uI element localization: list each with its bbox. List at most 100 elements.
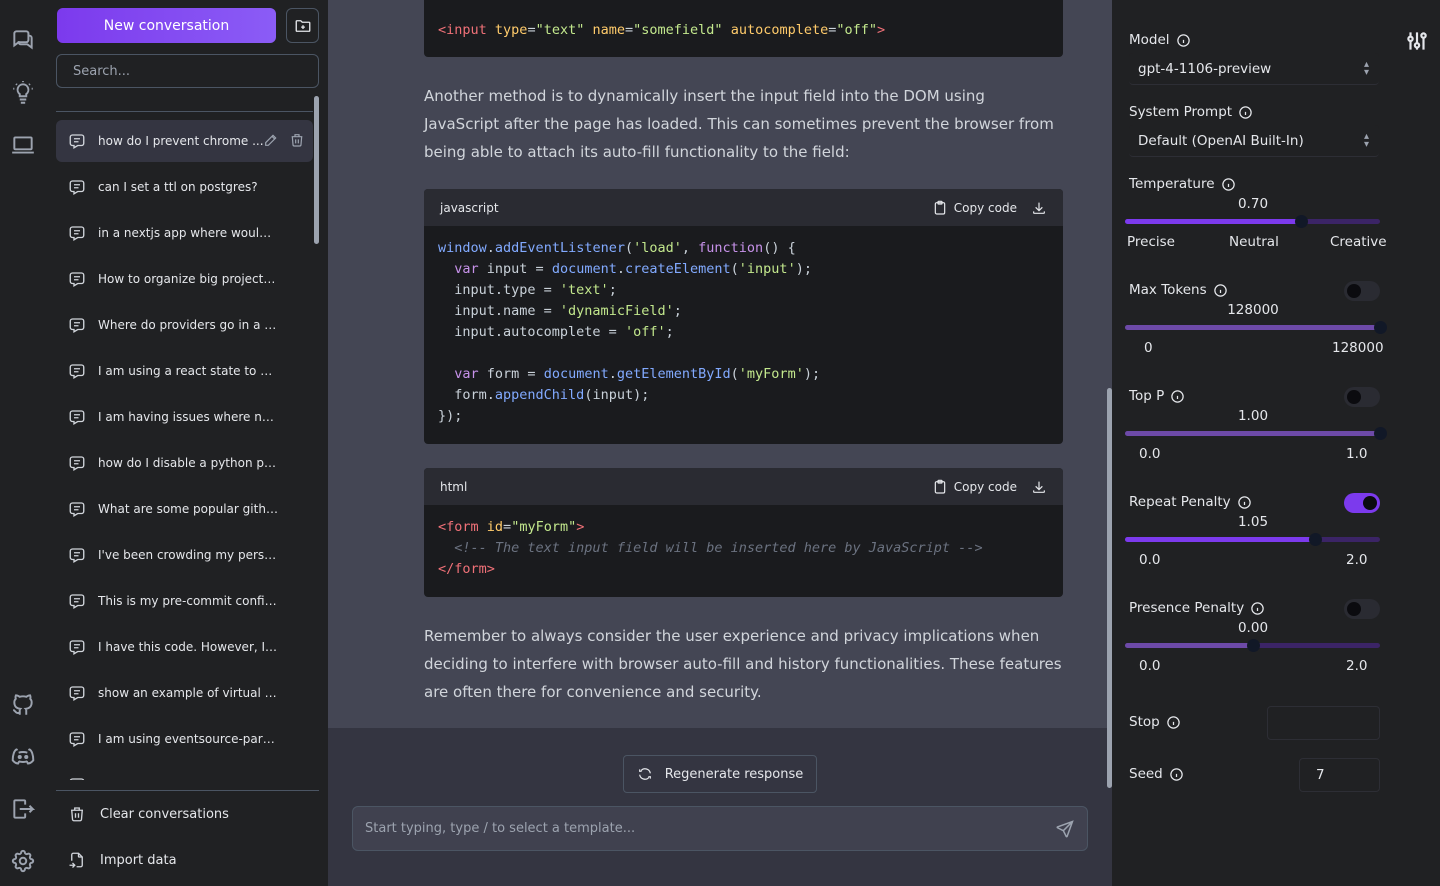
temperature-max-label: Creative — [1330, 234, 1387, 250]
max-tokens-max-label: 128000 — [1332, 340, 1384, 356]
code-block-top: <input type="text" name="somefield" auto… — [424, 0, 1063, 57]
system-prompt-select-value: Default (OpenAI Built-In) — [1138, 132, 1304, 149]
conversation-item[interactable]: in a nextjs app where would I ... — [56, 212, 313, 254]
code-block-html: html Copy code <form id="myForm"> <!-- T… — [424, 468, 1063, 597]
repeat-penalty-toggle[interactable] — [1344, 493, 1380, 513]
info-icon[interactable] — [1169, 767, 1184, 782]
top-p-slider[interactable] — [1125, 427, 1387, 440]
max-tokens-slider[interactable] — [1125, 321, 1387, 334]
conversation-item[interactable]: This is my pre-commit config f... — [56, 580, 313, 622]
regenerate-label: Regenerate response — [664, 766, 804, 782]
slider-thumb[interactable] — [1308, 533, 1322, 546]
temperature-slider[interactable] — [1125, 215, 1380, 228]
conversation-title: This is my pre-commit config f... — [98, 594, 278, 608]
sidebar-divider — [56, 111, 313, 112]
conversation-item[interactable]: What are some popular github a... — [56, 488, 313, 530]
copy-code-button[interactable]: Copy code — [932, 200, 1017, 216]
conversation-item[interactable]: I am using a react state to ho... — [56, 350, 313, 392]
presence-penalty-toggle[interactable] — [1344, 599, 1380, 619]
model-select-value: gpt-4-1106-preview — [1138, 60, 1272, 77]
message-icon — [69, 594, 85, 609]
max-tokens-label: Max Tokens — [1129, 282, 1228, 298]
code-language-label: javascript — [440, 200, 499, 215]
repeat-penalty-label: Repeat Penalty — [1129, 494, 1252, 510]
stop-input[interactable] — [1267, 706, 1380, 740]
assistant-message: <input type="text" name="somefield" auto… — [328, 0, 1112, 728]
settings-icon[interactable] — [0, 841, 46, 881]
conversation-title: What are some popular github a... — [98, 502, 278, 516]
conversation-item[interactable]: I've been crowding my personal... — [56, 534, 313, 576]
slider-thumb[interactable] — [1374, 321, 1387, 334]
max-tokens-toggle[interactable] — [1344, 281, 1380, 301]
right-icon-rail — [1394, 0, 1440, 886]
message-icon — [69, 180, 85, 195]
sidebar-footer: Clear conversations Import data — [56, 790, 319, 883]
top-p-label-text: Top P — [1129, 388, 1165, 404]
conversation-item[interactable]: how do I prevent chrome ... — [56, 120, 313, 162]
conversation-title: show an example of virtual bas... — [98, 686, 278, 700]
info-icon[interactable] — [1166, 715, 1181, 730]
laptop-icon[interactable] — [0, 125, 46, 165]
pencil-icon[interactable] — [263, 132, 279, 148]
chats-icon[interactable] — [0, 20, 46, 60]
model-label: Model — [1129, 32, 1191, 48]
repeat-penalty-slider[interactable] — [1125, 533, 1380, 546]
conversation-item[interactable]: I am using eventsource-parser ... — [56, 718, 313, 760]
top-p-toggle[interactable] — [1344, 387, 1380, 407]
slider-thumb[interactable] — [1246, 639, 1260, 652]
temperature-label: Temperature — [1129, 176, 1236, 192]
download-icon[interactable] — [1031, 200, 1047, 216]
lightbulb-icon[interactable] — [0, 73, 46, 113]
info-icon[interactable] — [1221, 177, 1236, 192]
slider-thumb[interactable] — [1294, 215, 1308, 228]
slider-thumb[interactable] — [1374, 427, 1387, 440]
trash-icon[interactable] — [289, 132, 305, 148]
github-icon[interactable] — [0, 685, 46, 725]
presence-penalty-slider[interactable] — [1125, 639, 1380, 652]
logout-icon[interactable] — [0, 789, 46, 829]
select-chevron-icon: ▴ ▾ — [1363, 130, 1369, 150]
regenerate-response-button[interactable]: Regenerate response — [623, 755, 817, 793]
send-icon[interactable] — [1055, 819, 1075, 839]
temperature-value: 0.70 — [1237, 196, 1269, 212]
presence-penalty-value: 0.00 — [1237, 620, 1269, 636]
repeat-penalty-label-text: Repeat Penalty — [1129, 494, 1231, 510]
chat-input[interactable] — [353, 807, 1043, 850]
copy-code-button[interactable]: Copy code — [932, 479, 1017, 495]
system-prompt-label-text: System Prompt — [1129, 104, 1233, 120]
conversation-item[interactable]: Where do providers go in a nex... — [56, 304, 313, 346]
import-data-button[interactable]: Import data — [56, 837, 319, 883]
new-folder-button[interactable] — [286, 8, 319, 43]
conversation-item[interactable]: show an example of virtual bas... — [56, 672, 313, 714]
conversation-item[interactable]: can I set a ttl on postgres? — [56, 166, 313, 208]
conversation-item[interactable]: I am having issues where next ... — [56, 396, 313, 438]
system-prompt-select[interactable]: Default (OpenAI Built-In) ▴ ▾ — [1129, 125, 1379, 157]
temperature-label-text: Temperature — [1129, 176, 1215, 192]
info-icon[interactable] — [1250, 601, 1265, 616]
code-block-javascript: javascript Copy code window.addEventList… — [424, 189, 1063, 444]
download-icon[interactable] — [1031, 479, 1047, 495]
top-p-value: 1.00 — [1237, 408, 1269, 424]
model-select[interactable]: gpt-4-1106-preview ▴ ▾ — [1129, 53, 1379, 85]
search-input[interactable] — [56, 54, 319, 88]
seed-input[interactable] — [1299, 758, 1380, 792]
max-tokens-value: 128000 — [1227, 302, 1279, 318]
conversation-item[interactable]: how do I disable a python pre-... — [56, 442, 313, 484]
discord-icon[interactable] — [0, 737, 46, 777]
info-icon[interactable] — [1238, 105, 1253, 120]
conversation-item[interactable]: I have this code. However, I w... — [56, 626, 313, 668]
max-tokens-min-label: 0 — [1144, 340, 1153, 356]
info-icon[interactable] — [1170, 389, 1185, 404]
adjustments-icon[interactable] — [1404, 28, 1430, 54]
conversation-item[interactable]: How to organize big projects a... — [56, 258, 313, 300]
conversation-item[interactable]: I... — [56, 764, 313, 780]
clear-conversations-button[interactable]: Clear conversations — [56, 791, 319, 837]
info-icon[interactable] — [1176, 33, 1191, 48]
conversation-sidebar: New conversation how do I prevent chrome… — [46, 0, 328, 886]
sidebar-scrollbar[interactable] — [314, 96, 319, 244]
presence-penalty-label-text: Presence Penalty — [1129, 600, 1245, 616]
import-data-label: Import data — [100, 852, 177, 868]
info-icon[interactable] — [1213, 283, 1228, 298]
new-conversation-button[interactable]: New conversation — [57, 8, 276, 43]
info-icon[interactable] — [1237, 495, 1252, 510]
